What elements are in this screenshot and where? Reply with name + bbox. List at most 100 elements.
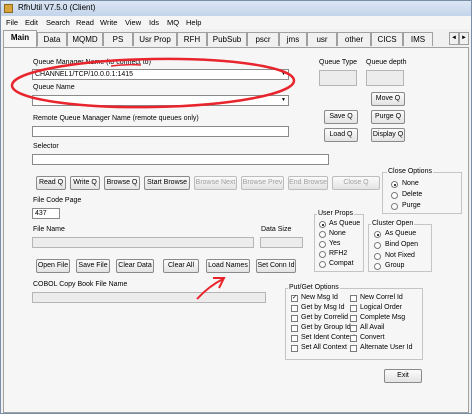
remote-qm-field[interactable]: [32, 126, 289, 137]
new-correl-id-checkbox[interactable]: [350, 295, 357, 302]
exit-button[interactable]: Exit: [384, 369, 422, 383]
cluster-open-title: Cluster Open: [371, 220, 415, 227]
alternate-user-id-checkbox[interactable]: [350, 345, 357, 352]
get-by-correlid-checkbox[interactable]: [291, 315, 298, 322]
start-browse-button[interactable]: Start Browse: [144, 176, 190, 190]
load-q-button[interactable]: Load Q: [324, 128, 358, 142]
cluster-group-radio[interactable]: [374, 263, 381, 270]
queue-manager-label: Queue Manager Name (to connect to): [33, 59, 151, 66]
chevron-down-icon[interactable]: ▼: [279, 96, 288, 105]
alternate-user-id-label: Alternate User Id: [360, 344, 413, 351]
get-by-msg-id-label: Get by Msg Id: [301, 304, 345, 311]
menu-read[interactable]: Read: [76, 18, 94, 27]
get-by-msg-id-checkbox[interactable]: [291, 305, 298, 312]
tab-pubsub[interactable]: PubSub: [207, 32, 247, 46]
display-q-button[interactable]: Display Q: [371, 128, 405, 142]
cluster-bind-open-radio[interactable]: [374, 242, 381, 249]
logical-order-checkbox[interactable]: [350, 305, 357, 312]
end-browse-button[interactable]: End Browse: [288, 176, 328, 190]
queue-name-label: Queue Name: [33, 84, 75, 91]
menu-view[interactable]: View: [125, 18, 141, 27]
user-props-as-queue-radio[interactable]: [319, 221, 326, 228]
read-q-button[interactable]: Read Q: [36, 176, 66, 190]
complete-msg-checkbox[interactable]: [350, 315, 357, 322]
tab-data[interactable]: Data: [37, 32, 67, 46]
user-props-rfh2-radio[interactable]: [319, 251, 326, 258]
logical-order-label: Logical Order: [360, 304, 403, 311]
user-props-compat-radio[interactable]: [319, 261, 326, 268]
set-conn-id-button[interactable]: Set Conn Id: [256, 259, 296, 273]
tab-usr[interactable]: usr: [307, 32, 337, 46]
close-none-label: None: [402, 180, 419, 187]
load-names-button[interactable]: Load Names: [206, 259, 250, 273]
file-name-field: [32, 237, 254, 248]
title-bar: RfhUtil V7.5.0 (Client): [1, 1, 471, 16]
browse-q-button[interactable]: Browse Q: [104, 176, 140, 190]
tab-cics[interactable]: CICS: [371, 32, 403, 46]
cluster-bind-open-label: Bind Open: [385, 241, 419, 248]
set-ident-context-checkbox[interactable]: [291, 335, 298, 342]
menu-write[interactable]: Write: [100, 18, 117, 27]
all-avail-label: All Avail: [360, 324, 385, 331]
close-delete-radio[interactable]: [391, 192, 398, 199]
set-all-context-checkbox[interactable]: [291, 345, 298, 352]
menu-file[interactable]: File: [6, 18, 18, 27]
all-avail-checkbox[interactable]: [350, 325, 357, 332]
tab-mqmd[interactable]: MQMD: [67, 32, 103, 46]
menu-help[interactable]: Help: [186, 18, 201, 27]
new-msg-id-label: New Msg Id: [301, 294, 338, 301]
tab-rfh[interactable]: RFH: [177, 32, 207, 46]
complete-msg-label: Complete Msg: [360, 314, 406, 321]
scroll-left-icon[interactable]: ◄: [449, 32, 459, 45]
queue-depth-field: [366, 70, 404, 86]
close-purge-radio[interactable]: [391, 203, 398, 210]
browse-next-button[interactable]: Browse Next: [194, 176, 237, 190]
tab-usr-prop[interactable]: Usr Prop: [133, 32, 177, 46]
file-code-page-field[interactable]: 437: [32, 208, 60, 219]
close-options-group: Close Options None Delete Purge: [382, 168, 462, 214]
convert-checkbox[interactable]: [350, 335, 357, 342]
scroll-right-icon[interactable]: ►: [459, 32, 469, 45]
user-props-yes-radio[interactable]: [319, 241, 326, 248]
tab-pscr[interactable]: pscr: [247, 32, 279, 46]
close-options-title: Close Options: [387, 168, 433, 175]
close-none-radio[interactable]: [391, 181, 398, 188]
queue-name-combo[interactable]: ▼: [32, 95, 289, 106]
menu-ids[interactable]: Ids: [149, 18, 159, 27]
user-props-yes-label: Yes: [329, 240, 341, 247]
save-file-button[interactable]: Save File: [76, 259, 110, 273]
new-msg-id-checkbox[interactable]: ✓: [291, 295, 298, 302]
queue-manager-combo[interactable]: CHANNEL1/TCP/10.0.0.1:1415 ▼: [32, 69, 289, 80]
menu-edit[interactable]: Edit: [25, 18, 38, 27]
menu-search[interactable]: Search: [46, 18, 70, 27]
close-q-button[interactable]: Close Q: [332, 176, 380, 190]
get-by-group-id-checkbox[interactable]: [291, 325, 298, 332]
menu-bar: File Edit Search Read Write View Ids MQ …: [1, 16, 471, 29]
save-q-button[interactable]: Save Q: [324, 110, 358, 124]
tab-main[interactable]: Main: [3, 30, 37, 47]
tab-other[interactable]: other: [337, 32, 371, 46]
set-all-context-label: Set All Context: [301, 344, 347, 351]
user-props-group: User Props As Queue None Yes RFH2 Compat: [314, 210, 364, 272]
cluster-not-fixed-radio[interactable]: [374, 253, 381, 260]
check-icon: ✓: [292, 295, 298, 301]
queue-type-label: Queue Type: [319, 59, 358, 66]
user-props-none-radio[interactable]: [319, 231, 326, 238]
open-file-button[interactable]: Open File: [36, 259, 70, 273]
write-q-button[interactable]: Write Q: [70, 176, 100, 190]
cluster-as-queue-label: As Queue: [385, 230, 417, 237]
tab-ims[interactable]: IMS: [403, 32, 433, 46]
menu-mq[interactable]: MQ: [167, 18, 179, 27]
user-props-as-queue-label: As Queue: [329, 220, 361, 227]
chevron-down-icon[interactable]: ▼: [279, 70, 288, 79]
selector-field[interactable]: [32, 154, 329, 165]
tab-ps[interactable]: PS: [103, 32, 133, 46]
browse-prev-button[interactable]: Browse Prev: [241, 176, 284, 190]
cluster-as-queue-radio[interactable]: [374, 231, 381, 238]
clear-all-button[interactable]: Clear All: [163, 259, 199, 273]
move-q-button[interactable]: Move Q: [371, 92, 405, 106]
clear-data-button[interactable]: Clear Data: [116, 259, 154, 273]
tab-jms[interactable]: jms: [279, 32, 307, 46]
cobol-field: [32, 292, 266, 303]
purge-q-button[interactable]: Purge Q: [371, 110, 405, 124]
